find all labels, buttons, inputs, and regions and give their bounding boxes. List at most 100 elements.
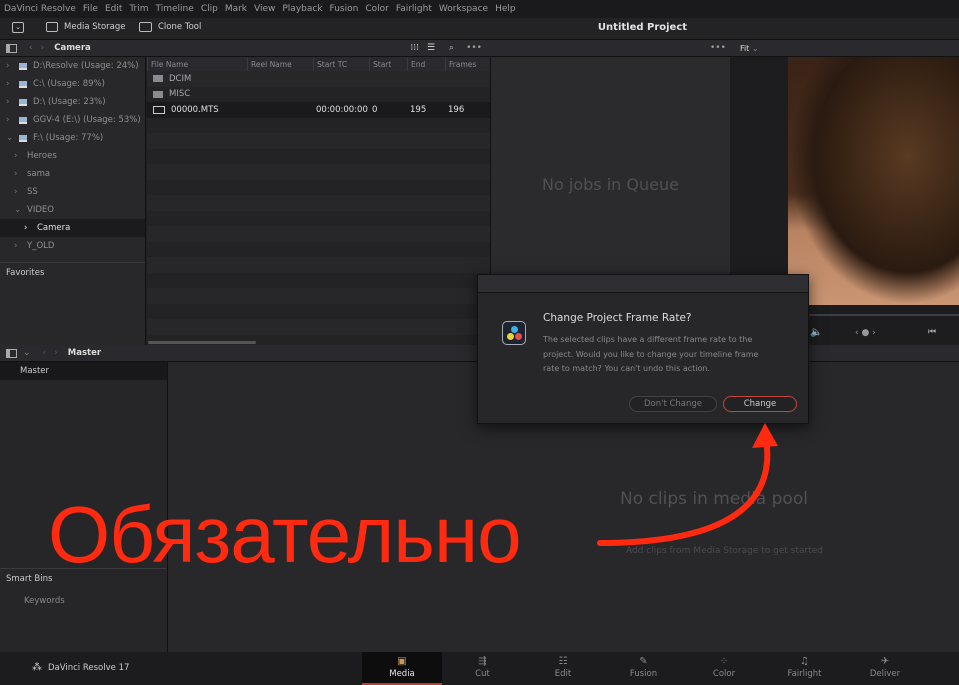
menu-view[interactable]: View <box>254 4 275 14</box>
empty-row <box>147 319 490 335</box>
tree-item[interactable]: › D:\Resolve (Usage: 24%) <box>0 57 145 75</box>
table-cell: 00000.MTS <box>147 102 247 118</box>
sidebar-toggle-icon[interactable] <box>6 348 17 358</box>
column-header[interactable]: Frames <box>445 57 490 71</box>
menu-timeline[interactable]: Timeline <box>156 4 194 14</box>
dialog-titlebar <box>478 275 808 293</box>
list-view-icon[interactable]: ☰ <box>427 43 435 53</box>
page-tab-deliver[interactable]: ✈ Deliver <box>845 652 925 685</box>
resolve-logo: ⁂ DaVinci Resolve 17 <box>32 662 130 673</box>
table-row[interactable]: DCIM <box>147 71 490 87</box>
video-frame <box>788 57 959 305</box>
tree-item[interactable]: › D:\ (Usage: 23%) <box>0 93 145 111</box>
resolve-app-icon <box>502 321 526 345</box>
workspace-toggle-button[interactable]: ⌄ <box>12 22 24 33</box>
skip-to-start-icon[interactable]: ⏮ <box>928 327 936 337</box>
menu-fairlight[interactable]: Fairlight <box>396 4 432 14</box>
deliver-page-icon: ✈ <box>880 656 890 667</box>
horizontal-scrollbar[interactable] <box>148 341 256 344</box>
table-row[interactable]: MISC <box>147 87 490 103</box>
table-cell <box>247 87 313 103</box>
tree-item[interactable]: › sama <box>0 165 145 183</box>
menu-edit[interactable]: Edit <box>105 4 122 14</box>
sidebar-toggle-icon[interactable] <box>6 43 17 53</box>
back-icon[interactable]: ‹ <box>43 348 47 358</box>
bin-breadcrumb: Master <box>67 348 102 358</box>
table-cell <box>247 102 313 118</box>
column-header[interactable]: Start <box>369 57 407 71</box>
menu-mark[interactable]: Mark <box>225 4 247 14</box>
empty-row <box>147 149 490 165</box>
chevron-down-icon: ⌄ <box>751 43 759 53</box>
zoom-dropdown[interactable]: Fit ⌄ <box>740 44 759 53</box>
viewer-header: ••• Fit ⌄ <box>490 40 959 57</box>
grid-view-icon[interactable]: ⁞⁞⁞ <box>410 43 419 53</box>
forward-icon[interactable]: › <box>41 43 45 53</box>
empty-row <box>147 257 490 273</box>
chevron-right-icon: › <box>6 97 10 107</box>
more-options-icon[interactable]: ••• <box>710 43 726 53</box>
column-header[interactable]: Start TC <box>313 57 369 71</box>
media-storage-button[interactable]: Media Storage <box>46 22 126 32</box>
drive-icon <box>19 134 27 142</box>
tree-item-label: C:\ (Usage: 89%) <box>33 79 105 89</box>
storage-tree: › D:\Resolve (Usage: 24%) › C:\ (Usage: 89%… <box>0 57 146 345</box>
video-clip-icon <box>153 105 165 114</box>
empty-row <box>147 180 490 196</box>
project-title: Untitled Project <box>597 22 688 33</box>
menu-trim[interactable]: Trim <box>129 4 148 14</box>
page-tab-cut[interactable]: ⇶ Cut <box>443 652 523 685</box>
page-tab-media[interactable]: ▣ Media <box>362 652 442 685</box>
column-header[interactable]: Reel Name <box>247 57 313 71</box>
empty-row <box>147 288 490 304</box>
menu-clip[interactable]: Clip <box>201 4 218 14</box>
tree-item-label: Heroes <box>27 151 57 161</box>
more-options-icon[interactable]: ••• <box>466 43 482 53</box>
tree-item[interactable]: › C:\ (Usage: 89%) <box>0 75 145 93</box>
menu-file[interactable]: File <box>83 4 98 14</box>
column-header[interactable]: End <box>407 57 445 71</box>
chevron-down-icon[interactable]: ⌄ <box>23 348 31 358</box>
page-tab-fairlight[interactable]: ♫ Fairlight <box>765 652 845 685</box>
menu-davinci-resolve[interactable]: DaVinci Resolve <box>4 4 76 14</box>
menu-workspace[interactable]: Workspace <box>439 4 488 14</box>
table-body: DCIM MISC 00000.MTS 00:00:00:00 0 195 196 <box>147 71 490 350</box>
table-row[interactable]: 00000.MTS 00:00:00:00 0 195 196 <box>147 102 490 118</box>
annotation-text: Обязательно <box>48 490 522 579</box>
empty-row <box>147 164 490 180</box>
forward-icon[interactable]: › <box>54 348 58 358</box>
tree-item-label: D:\Resolve (Usage: 24%) <box>33 61 139 71</box>
back-icon[interactable]: ‹ <box>29 43 33 53</box>
page-tab-fusion[interactable]: ✎ Fusion <box>604 652 684 685</box>
empty-row <box>147 195 490 211</box>
empty-row <box>147 242 490 258</box>
column-header[interactable]: File Name <box>147 57 247 71</box>
clone-icon <box>139 22 152 32</box>
tree-item[interactable]: › Camera <box>0 219 145 237</box>
storage-icon <box>46 22 58 32</box>
tree-item-label: Camera <box>37 223 71 233</box>
table-cell: 0 <box>372 104 378 115</box>
tree-item[interactable]: › SS <box>0 183 145 201</box>
drive-icon <box>19 98 27 106</box>
volume-icon[interactable]: 🔈 <box>810 327 822 338</box>
jog-control[interactable]: ‹ ● › <box>855 328 876 338</box>
tree-item[interactable]: ⌄ F:\ (Usage: 77%) <box>0 129 145 147</box>
smart-bin-keywords[interactable]: Keywords <box>24 596 65 606</box>
change-button[interactable]: Change <box>723 396 797 412</box>
menu-playback[interactable]: Playback <box>282 4 322 14</box>
bin-item-master[interactable]: Master <box>0 362 167 380</box>
dont-change-button[interactable]: Don't Change <box>629 396 717 412</box>
tree-item[interactable]: › Heroes <box>0 147 145 165</box>
page-tab-color[interactable]: ⁘ Color <box>684 652 764 685</box>
menu-color[interactable]: Color <box>365 4 389 14</box>
tree-item[interactable]: › GGV-4 (E:\) (Usage: 53%) <box>0 111 145 129</box>
page-tab-edit[interactable]: ☷ Edit <box>523 652 603 685</box>
clone-tool-button[interactable]: Clone Tool <box>139 22 201 32</box>
tree-item[interactable]: › Y_OLD <box>0 237 145 255</box>
tree-item[interactable]: ⌄ VIDEO <box>0 201 145 219</box>
menu-help[interactable]: Help <box>495 4 516 14</box>
search-icon[interactable]: ⌕ <box>449 43 454 53</box>
menu-bar: DaVinci Resolve File Edit Trim Timeline Clip M… <box>0 0 959 18</box>
menu-fusion[interactable]: Fusion <box>330 4 359 14</box>
